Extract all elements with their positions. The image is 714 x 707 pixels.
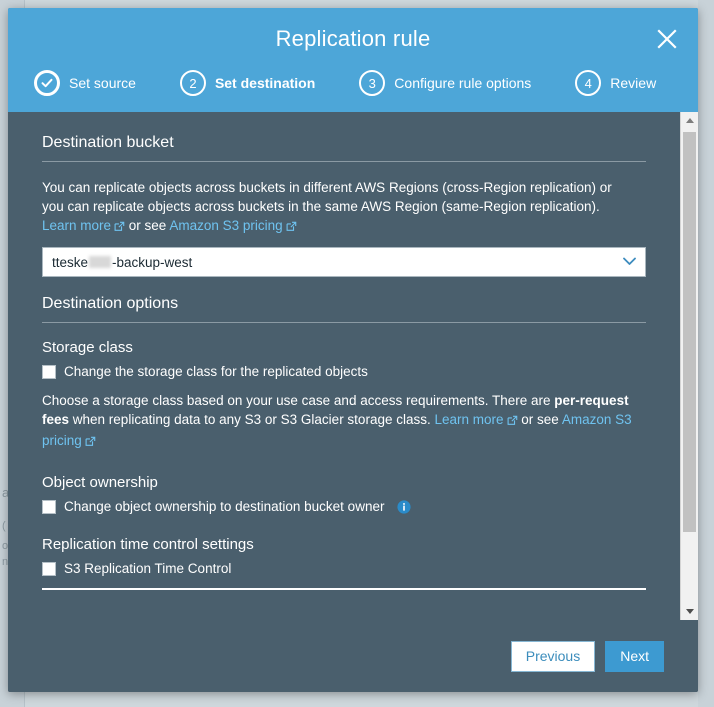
content-bottom-divider xyxy=(42,588,646,590)
storage-class-desc-part-1: Choose a storage class based on your use… xyxy=(42,393,555,408)
destination-pricing-link[interactable]: Amazon S3 pricing xyxy=(169,218,282,233)
destination-bucket-value-suffix: -backup-west xyxy=(112,254,193,270)
info-icon[interactable] xyxy=(397,499,412,514)
step-3-circle: 3 xyxy=(359,70,386,96)
external-link-icon xyxy=(507,412,518,431)
section-divider xyxy=(42,161,646,162)
step-configure-rule-options[interactable]: 3 Configure rule options xyxy=(359,70,531,96)
destination-learn-more-link[interactable]: Learn more xyxy=(42,218,111,233)
storage-class-learn-more-link[interactable]: Learn more xyxy=(434,412,503,427)
storage-class-checkbox-row[interactable]: Change the storage class for the replica… xyxy=(42,364,646,379)
storage-class-desc-part-3: or see xyxy=(517,412,562,427)
step-indicator: Set source 2 Set destination 3 Configure… xyxy=(8,70,698,112)
destination-bucket-select-wrapper: tteske -backup-west xyxy=(42,247,646,277)
scroll-down-arrow-icon[interactable] xyxy=(681,603,698,620)
storage-class-desc-part-2: when replicating data to any S3 or S3 Gl… xyxy=(69,412,435,427)
destination-description-line-2: you can replicate objects across buckets… xyxy=(42,199,600,214)
external-link-icon xyxy=(85,433,96,452)
modal-header: Replication rule Set source 2 Set destin… xyxy=(8,8,698,112)
step-1-label: Set source xyxy=(69,75,136,91)
destination-bucket-heading: Destination bucket xyxy=(42,134,174,151)
vertical-scrollbar[interactable] xyxy=(680,112,698,620)
step-review[interactable]: 4 Review xyxy=(575,70,656,96)
modal-body: Destination bucket You can replicate obj… xyxy=(8,112,698,620)
destination-options-heading: Destination options xyxy=(42,295,179,312)
external-link-icon xyxy=(286,218,297,237)
step-2-circle: 2 xyxy=(179,70,206,96)
destination-bucket-description: You can replicate objects across buckets… xyxy=(42,178,646,237)
destination-description-line-1: You can replicate objects across buckets… xyxy=(42,180,612,195)
close-icon[interactable] xyxy=(648,20,686,58)
storage-class-description: Choose a storage class based on your use… xyxy=(42,391,646,452)
modal-scroll-content: Destination bucket You can replicate obj… xyxy=(8,112,680,620)
replication-time-control-checkbox-row[interactable]: S3 Replication Time Control xyxy=(42,561,646,576)
step-2-label: Set destination xyxy=(214,75,316,91)
object-ownership-checkbox-label: Change object ownership to destination b… xyxy=(64,499,385,514)
replication-time-control-heading: Replication time control settings xyxy=(42,536,254,553)
next-button[interactable]: Next xyxy=(605,640,664,672)
step-3-label: Configure rule options xyxy=(394,75,532,91)
object-ownership-heading: Object ownership xyxy=(42,474,158,491)
storage-class-checkbox[interactable] xyxy=(42,364,56,379)
step-set-destination[interactable]: 2 Set destination xyxy=(179,70,316,96)
background-ghost-text: ( xyxy=(2,520,6,532)
destination-bucket-value-prefix: tteske xyxy=(52,254,89,270)
section-divider xyxy=(42,322,646,323)
modal-footer: Previous Next xyxy=(8,620,698,692)
step-4-circle: 4 xyxy=(575,70,602,96)
external-link-icon xyxy=(114,218,125,237)
storage-class-heading: Storage class xyxy=(42,339,133,356)
replication-time-control-checkbox[interactable] xyxy=(42,561,56,576)
background-right-edge xyxy=(698,0,714,707)
step-1-circle xyxy=(34,70,60,96)
destination-bucket-select[interactable]: tteske -backup-west xyxy=(42,247,646,277)
replication-time-control-checkbox-label: S3 Replication Time Control xyxy=(64,561,232,576)
object-ownership-checkbox[interactable] xyxy=(42,499,56,514)
redacted-text-block xyxy=(89,256,112,268)
replication-rule-modal: Replication rule Set source 2 Set destin… xyxy=(8,8,698,692)
step-4-label: Review xyxy=(610,75,657,91)
scroll-up-arrow-icon[interactable] xyxy=(681,112,698,129)
previous-button[interactable]: Previous xyxy=(510,640,596,672)
scrollbar-thumb[interactable] xyxy=(683,132,696,532)
or-see-text: or see xyxy=(125,218,170,233)
storage-class-checkbox-label: Change the storage class for the replica… xyxy=(64,364,368,379)
step-set-source[interactable]: Set source xyxy=(34,70,136,96)
modal-title-row: Replication rule xyxy=(8,8,698,70)
page-title: Replication rule xyxy=(275,26,431,51)
object-ownership-checkbox-row[interactable]: Change object ownership to destination b… xyxy=(42,499,646,514)
